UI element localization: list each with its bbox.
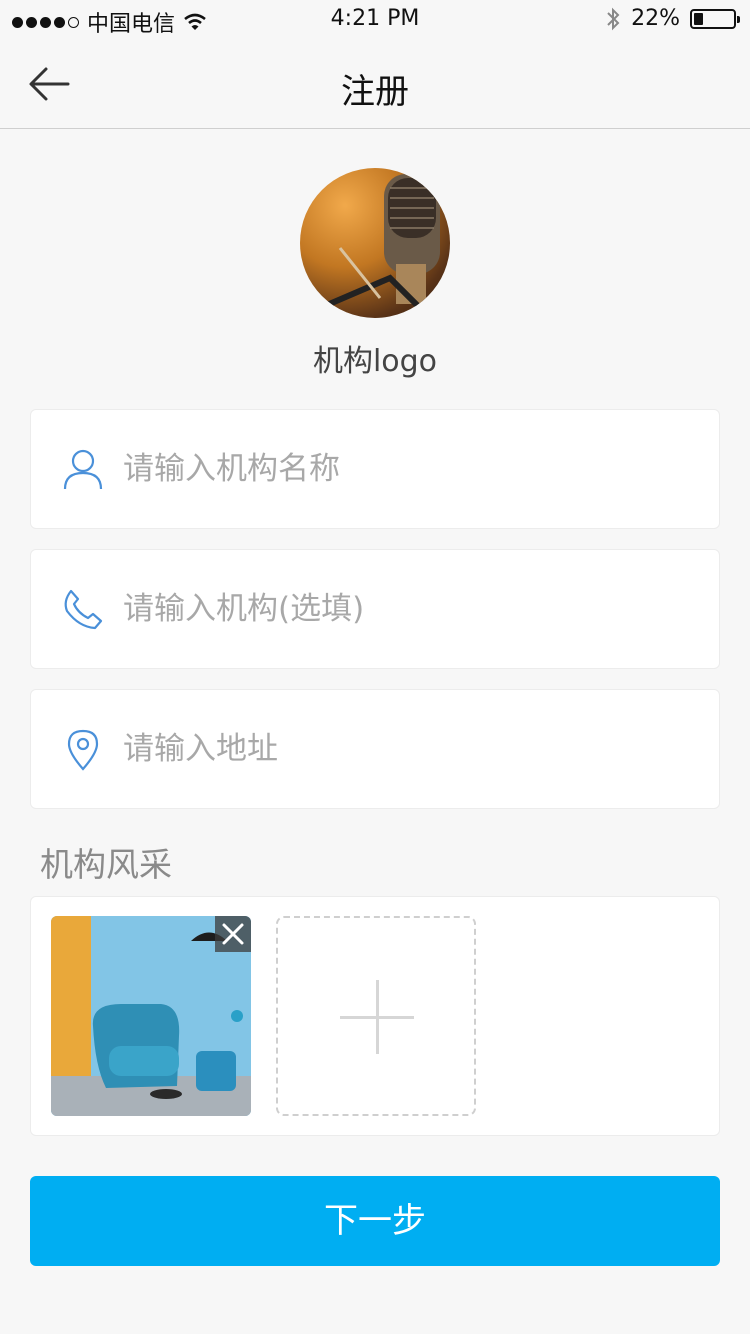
phone-icon xyxy=(64,589,103,630)
gallery-panel xyxy=(30,896,720,1136)
battery-icon xyxy=(690,8,740,29)
organization-name-field[interactable] xyxy=(30,409,720,529)
organization-phone-field[interactable] xyxy=(30,549,720,669)
user-icon xyxy=(63,449,103,490)
location-pin-icon xyxy=(67,729,99,771)
address-input[interactable] xyxy=(123,731,683,767)
address-field[interactable] xyxy=(30,689,720,809)
close-icon xyxy=(222,923,244,945)
page-title: 注册 xyxy=(341,72,409,112)
next-step-button[interactable]: 下一步 xyxy=(30,1176,720,1266)
add-photo-button[interactable] xyxy=(276,916,476,1116)
organization-logo-avatar[interactable] xyxy=(300,168,450,318)
status-right: 22% xyxy=(605,6,740,31)
gallery-section-title: 机构风采 xyxy=(40,845,172,884)
navigation-bar: 注册 xyxy=(0,40,750,129)
battery-percent: 22% xyxy=(631,6,680,31)
organization-name-input[interactable] xyxy=(123,451,683,487)
gallery-photo[interactable] xyxy=(51,916,251,1116)
status-bar: 中国电信 4:21 PM 22% xyxy=(0,0,750,40)
organization-phone-input[interactable] xyxy=(123,591,683,627)
logo-section: 机构logo xyxy=(0,168,750,380)
bluetooth-icon xyxy=(607,7,620,30)
battery-fill xyxy=(694,12,704,25)
microphone-image xyxy=(318,174,440,318)
logo-label: 机构logo xyxy=(312,344,438,379)
remove-photo-button[interactable] xyxy=(215,916,251,952)
